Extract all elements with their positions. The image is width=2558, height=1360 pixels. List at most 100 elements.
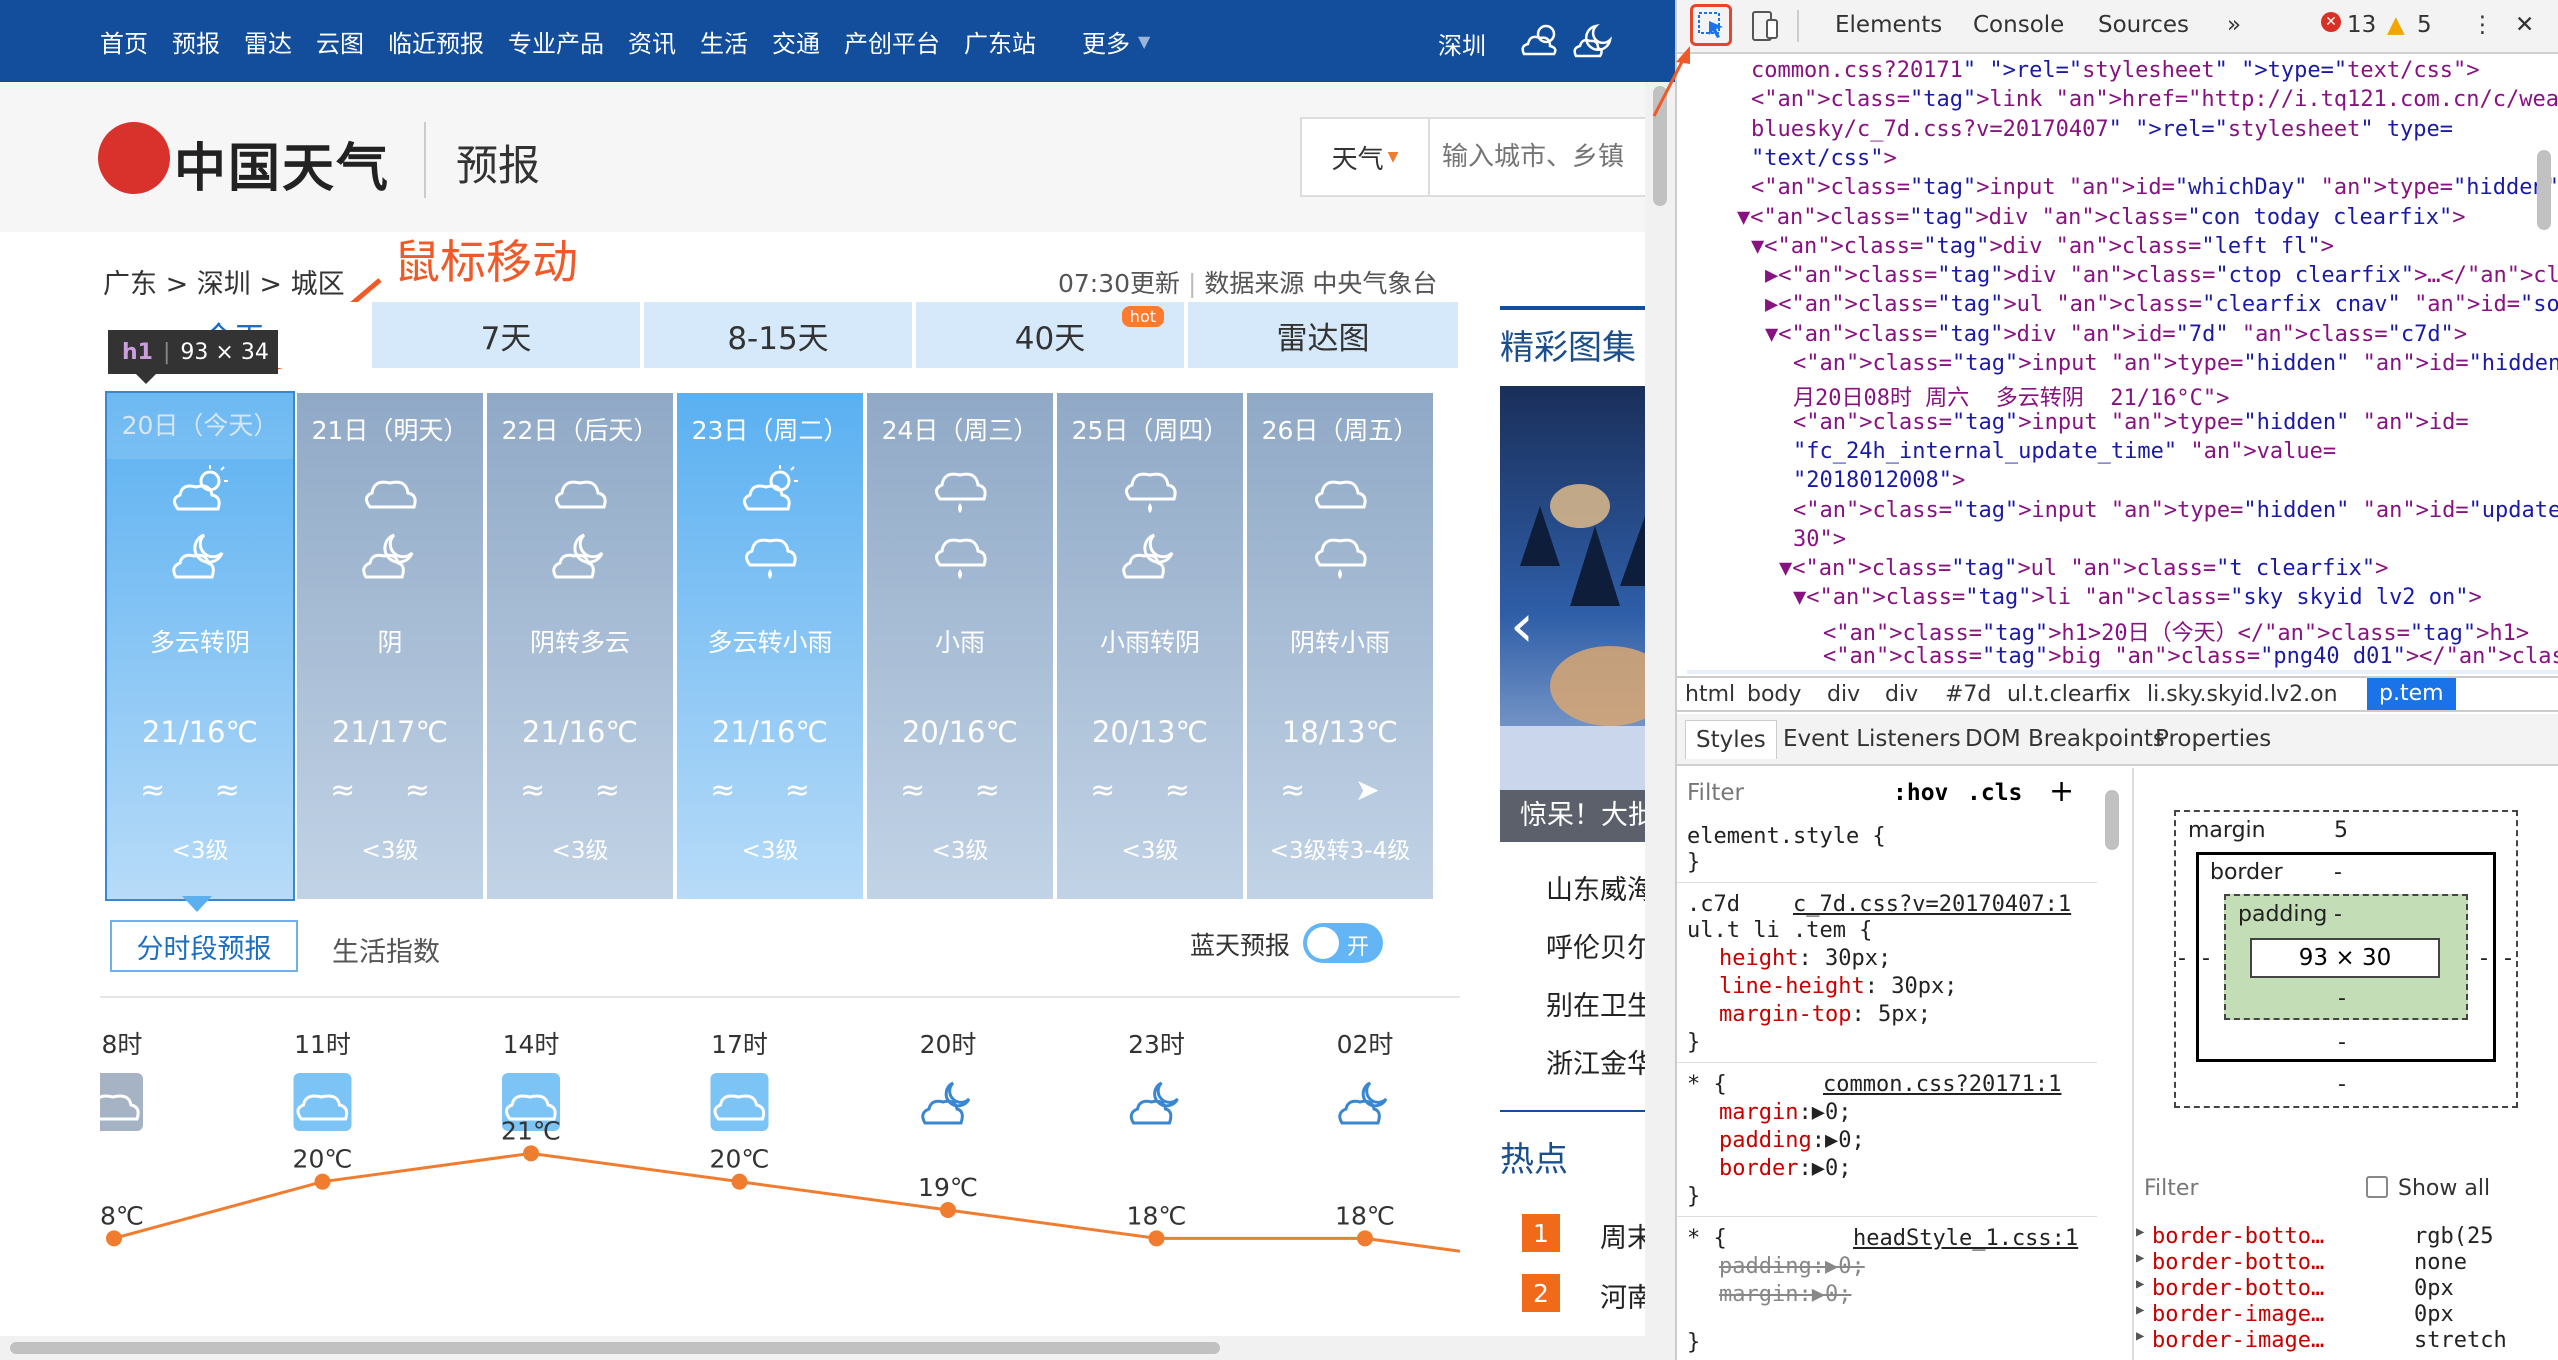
css-value[interactable]: 0; bbox=[1825, 1282, 1852, 1307]
nav-item[interactable]: 临近预报 bbox=[388, 24, 484, 59]
dom-node-line[interactable]: ▶<"an">class="tag">ul "an">class="clearf… bbox=[1765, 292, 2558, 317]
box-border-value[interactable]: - bbox=[2334, 860, 2342, 885]
temperature-point[interactable] bbox=[523, 1145, 539, 1162]
breadcrumb-item[interactable]: html bbox=[1685, 682, 1735, 707]
news-item[interactable]: 别在卫生 bbox=[1546, 984, 1654, 1023]
tree-scrollbar-thumb[interactable] bbox=[2537, 150, 2551, 230]
breadcrumb-item[interactable]: body bbox=[1747, 682, 1801, 707]
day-column[interactable]: 24日（周三） 小雨 20/16℃ ≈ ≈ <3级 bbox=[867, 393, 1053, 899]
tab-console[interactable]: Console bbox=[1973, 12, 2064, 38]
logo-icon[interactable] bbox=[98, 122, 170, 194]
css-property[interactable]: margin bbox=[1719, 1282, 1798, 1307]
add-rule-icon[interactable]: + bbox=[2049, 774, 2074, 809]
computed-property[interactable]: border-botto… bbox=[2152, 1276, 2324, 1301]
box-margin-left[interactable]: - bbox=[2178, 946, 2186, 971]
computed-property[interactable]: border-botto… bbox=[2152, 1224, 2324, 1249]
box-margin-value[interactable]: 5 bbox=[2334, 818, 2348, 843]
breadcrumb-item[interactable]: p.tem bbox=[2367, 678, 2456, 710]
dom-node-line[interactable]: ▶<"an">class="tag">div "an">class="ctop … bbox=[1765, 263, 2558, 288]
css-property[interactable]: padding bbox=[1719, 1128, 1812, 1153]
css-value[interactable]: 30px; bbox=[1825, 946, 1891, 971]
dom-node-line[interactable]: bluesky/c_7d.css?v=20170407" ">rel="styl… bbox=[1751, 117, 2453, 142]
computed-property[interactable]: border-botto… bbox=[2152, 1250, 2324, 1275]
dom-node-line[interactable]: <"an">class="tag">input "an">id="whichDa… bbox=[1751, 175, 2558, 200]
tab-sources[interactable]: Sources bbox=[2098, 12, 2189, 38]
rule-source-link[interactable]: c_7d.css?v=20170407:1 bbox=[1793, 892, 2071, 917]
tab-properties[interactable]: Properties bbox=[2155, 726, 2271, 752]
show-all-checkbox[interactable] bbox=[2366, 1176, 2388, 1198]
box-border-right[interactable]: - bbox=[2480, 946, 2488, 971]
box-padding-value[interactable]: - bbox=[2334, 902, 2342, 927]
rule-source-link[interactable]: common.css?20171:1 bbox=[1823, 1072, 2061, 1097]
error-count[interactable]: 13 bbox=[2347, 12, 2376, 38]
news-item[interactable]: 浙江金华 bbox=[1546, 1042, 1654, 1081]
temperature-point[interactable] bbox=[1148, 1230, 1165, 1247]
css-property[interactable]: margin bbox=[1719, 1100, 1798, 1125]
expand-triangle-icon[interactable]: ▶ bbox=[2136, 1302, 2144, 1318]
dom-node-line[interactable]: <"an">class="tag">input "an">type="hidde… bbox=[1793, 498, 2558, 523]
nav-item[interactable]: 专业产品 bbox=[508, 24, 604, 59]
dom-node-line[interactable]: ▼<"an">class="tag">ul "an">class="t clea… bbox=[1779, 556, 2388, 581]
day-column[interactable]: 23日（周二） 多云转小雨 21/16℃ ≈ ≈ <3级 bbox=[677, 393, 863, 899]
news-item[interactable]: 山东威海 bbox=[1546, 868, 1654, 907]
device-toggle-icon[interactable] bbox=[1749, 10, 1781, 44]
dom-node-line[interactable]: ▼<"an">class="tag">div "an">class="left … bbox=[1751, 234, 2334, 259]
search-input[interactable] bbox=[1442, 133, 1675, 181]
more-tabs-icon[interactable]: » bbox=[2227, 12, 2241, 38]
dom-node-line[interactable]: "2018012008"> bbox=[1793, 468, 1965, 493]
dom-node-line[interactable]: <"an">class="tag">input "an">type="hidde… bbox=[1793, 351, 2558, 376]
nav-item[interactable]: 预报 bbox=[172, 24, 220, 59]
box-margin-bottom[interactable]: - bbox=[2338, 1072, 2346, 1097]
css-value[interactable]: 0; bbox=[1825, 1100, 1852, 1125]
dom-node-line[interactable]: "text/css"> bbox=[1751, 146, 1897, 171]
nav-more[interactable]: 更多 bbox=[1082, 24, 1130, 59]
computed-filter-input[interactable]: Filter bbox=[2144, 1176, 2198, 1201]
tab-hourly[interactable]: 分时段预报 bbox=[110, 920, 298, 972]
tab-dom-breakpoints[interactable]: DOM Breakpoints bbox=[1965, 726, 2165, 752]
nav-item[interactable]: 广东站 bbox=[964, 24, 1036, 59]
tab-styles[interactable]: Styles bbox=[1685, 720, 1777, 759]
site-logo[interactable]: 中国天气 bbox=[174, 126, 390, 201]
styles-filter-input[interactable]: Filter bbox=[1687, 780, 1744, 806]
temperature-point[interactable] bbox=[940, 1202, 956, 1218]
dom-node-line[interactable]: 30"> bbox=[1793, 527, 1846, 552]
dom-node-line[interactable]: common.css?20171" ">rel="stylesheet" ">t… bbox=[1751, 58, 2480, 83]
bluesky-toggle[interactable]: 开 bbox=[1303, 923, 1383, 963]
css-property[interactable]: height bbox=[1719, 946, 1798, 971]
temperature-point[interactable] bbox=[1357, 1230, 1373, 1247]
close-icon[interactable]: ✕ bbox=[2515, 12, 2534, 38]
nav-item[interactable]: 资讯 bbox=[628, 24, 676, 59]
kebab-menu-icon[interactable]: ⋮ bbox=[2471, 12, 2494, 38]
breadcrumb-item[interactable]: li.sky.skyid.lv2.on bbox=[2147, 682, 2338, 707]
vertical-scrollbar[interactable] bbox=[1645, 82, 1675, 1360]
tab-elements[interactable]: Elements bbox=[1835, 12, 1942, 38]
styles-scrollbar-thumb[interactable] bbox=[2105, 790, 2119, 850]
day-column[interactable]: 22日（后天） 阴转多云 21/16℃ ≈ ≈ <3级 bbox=[487, 393, 673, 899]
nav-item[interactable]: 交通 bbox=[772, 24, 820, 59]
css-property[interactable]: border bbox=[1719, 1156, 1798, 1181]
expand-triangle-icon[interactable]: ▶ bbox=[2136, 1276, 2144, 1292]
nav-item[interactable]: 首页 bbox=[100, 24, 148, 59]
rule-source-link[interactable]: headStyle_1.css:1 bbox=[1853, 1226, 2078, 1251]
day-column[interactable]: 26日（周五） 阴转小雨 18/13℃ ≈ ➤ <3级转3-4级 bbox=[1247, 393, 1433, 899]
dom-node-line[interactable]: ▼<"an">class="tag">li "an">class="sky sk… bbox=[1793, 585, 2482, 610]
day-column[interactable]: 25日（周四） 小雨转阴 20/13℃ ≈ ≈ <3级 bbox=[1057, 393, 1243, 899]
news-item[interactable]: 呼伦贝尔 bbox=[1546, 926, 1654, 965]
css-value[interactable]: 0; bbox=[1838, 1254, 1865, 1279]
search-type-select[interactable]: 天气 ▼ bbox=[1302, 119, 1430, 195]
tab-8-15-days[interactable]: 8-15天 bbox=[644, 302, 912, 368]
breadcrumb-item[interactable]: ul.t.clearfix bbox=[2007, 682, 2131, 707]
dom-node-line[interactable]: ▼<"an">class="tag">div "an">id="7d" "an"… bbox=[1765, 322, 2467, 347]
nav-item[interactable]: 雷达 bbox=[244, 24, 292, 59]
dom-node-line[interactable]: ▼<"an">class="tag">div "an">class="con t… bbox=[1737, 205, 2466, 230]
expand-triangle-icon[interactable]: ▶ bbox=[2136, 1224, 2144, 1240]
temperature-point[interactable] bbox=[314, 1173, 331, 1190]
current-city[interactable]: 深圳 bbox=[1438, 26, 1486, 61]
nav-item[interactable]: 云图 bbox=[316, 24, 364, 59]
box-border-bottom[interactable]: - bbox=[2338, 1030, 2346, 1055]
dom-node-line[interactable]: 月20日08时 周六 多云转阴 21/16°C"> bbox=[1793, 380, 2229, 412]
temperature-point[interactable] bbox=[106, 1230, 122, 1247]
computed-property[interactable]: border-image… bbox=[2152, 1302, 2324, 1327]
css-property[interactable]: line-height bbox=[1719, 974, 1865, 999]
css-property[interactable]: margin-top bbox=[1719, 1002, 1851, 1027]
